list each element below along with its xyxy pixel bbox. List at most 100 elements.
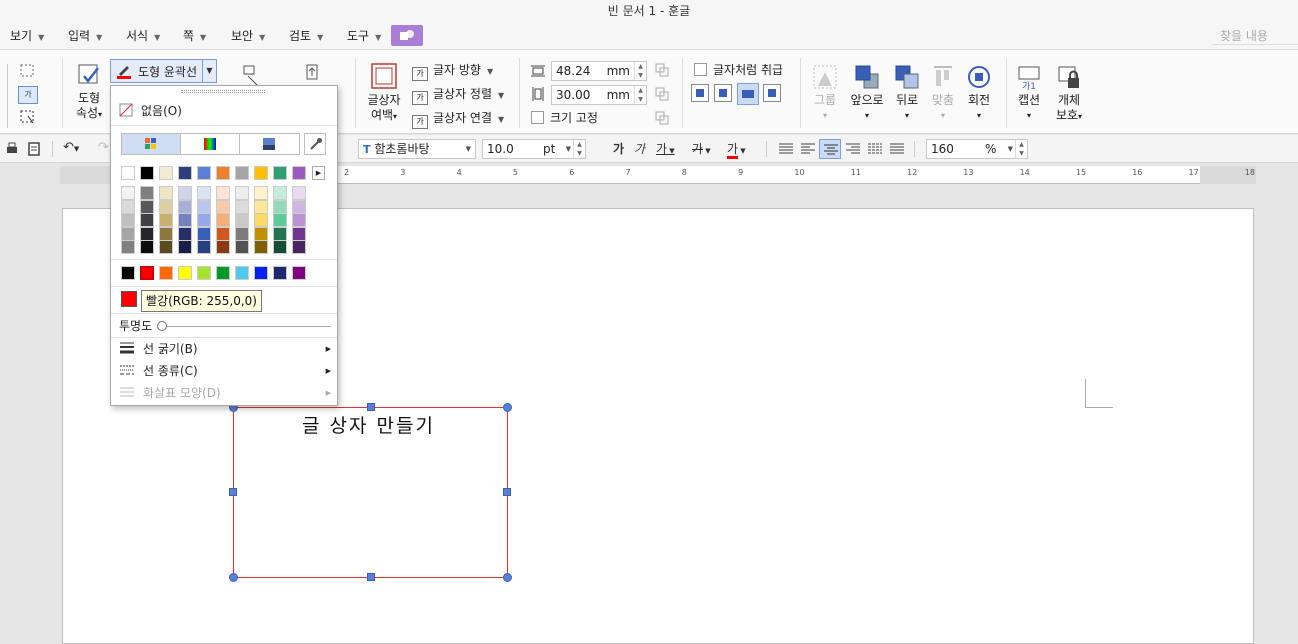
palette-swatch[interactable] xyxy=(273,226,287,241)
treat-as-char-checkbox[interactable]: 글자처럼 취급 xyxy=(694,60,783,80)
palette-swatch[interactable] xyxy=(216,166,230,180)
palette-swatch[interactable] xyxy=(121,166,135,180)
palette-swatch[interactable] xyxy=(292,199,306,214)
palette-swatch[interactable] xyxy=(216,226,230,241)
height-input[interactable]: 30.00 mm ▲ ▼ xyxy=(551,85,647,105)
palette-swatch[interactable] xyxy=(292,166,306,180)
object-protect-button[interactable]: 개체 보호▾ xyxy=(1050,64,1088,124)
resize-handle-left[interactable] xyxy=(229,488,237,496)
menu-tools[interactable]: 도구 ▼ xyxy=(347,26,381,46)
palette-swatch[interactable] xyxy=(140,226,154,241)
palette-swatch[interactable] xyxy=(178,226,192,241)
strikethrough-button[interactable]: 가 ▼ xyxy=(692,140,711,157)
arrow-shape-menu[interactable]: 화살표 모양(D) ▶ xyxy=(119,384,331,402)
textbox-text[interactable]: 글 상자 만들기 xyxy=(302,411,435,438)
palette-swatch[interactable] xyxy=(292,213,306,227)
italic-button[interactable]: 가 xyxy=(634,140,645,157)
menu-page[interactable]: 쪽 ▼ xyxy=(183,26,206,46)
preview-icon[interactable] xyxy=(26,141,42,157)
align-center-button[interactable] xyxy=(819,139,841,159)
tab-theme-colors[interactable] xyxy=(122,134,181,154)
palette-swatch[interactable] xyxy=(178,199,192,214)
align-left-icon[interactable] xyxy=(800,142,816,156)
standard-color-swatch[interactable] xyxy=(197,266,211,280)
font-color-button[interactable]: 가 ▼ xyxy=(727,140,746,159)
find-input[interactable]: 찾을 내용 xyxy=(1212,27,1298,45)
resize-handle-top-right[interactable] xyxy=(503,403,512,412)
standard-color-swatch[interactable] xyxy=(235,266,249,280)
palette-swatch[interactable] xyxy=(197,240,211,254)
shape-context-tab[interactable] xyxy=(391,25,423,46)
palette-swatch[interactable] xyxy=(235,213,249,227)
align-right-icon[interactable] xyxy=(845,142,861,156)
wrap-front-text-icon[interactable] xyxy=(763,84,781,102)
size-reset-icon[interactable] xyxy=(654,110,670,126)
palette-swatch[interactable] xyxy=(235,186,249,200)
zoom-input[interactable]: 160% ▼ ▲ ▼ xyxy=(926,139,1028,159)
select-object-icon[interactable] xyxy=(18,108,38,126)
palette-swatch[interactable] xyxy=(292,240,306,254)
ribbon-scroll-left[interactable] xyxy=(0,64,8,128)
eyedropper-button[interactable] xyxy=(304,133,326,155)
palette-swatch[interactable] xyxy=(197,226,211,241)
align-justify-icon[interactable] xyxy=(778,142,794,156)
palette-swatch[interactable] xyxy=(254,213,268,227)
resize-handle-bottom[interactable] xyxy=(367,573,375,581)
popup-drag-handle[interactable] xyxy=(181,90,265,93)
palette-swatch[interactable] xyxy=(178,186,192,200)
palette-swatch[interactable] xyxy=(273,199,287,214)
palette-swatch[interactable] xyxy=(254,240,268,254)
redo-icon[interactable]: ↷ xyxy=(98,140,109,155)
palette-swatch[interactable] xyxy=(140,240,154,254)
underline-button[interactable]: 가 ▼ xyxy=(656,140,675,157)
palette-swatch[interactable] xyxy=(273,240,287,254)
textbox-align-button[interactable]: 가 글상자 정렬 ▼ xyxy=(412,84,504,105)
palette-swatch[interactable] xyxy=(254,199,268,214)
menu-security[interactable]: 보안 ▼ xyxy=(231,26,265,46)
font-size-input[interactable]: 10.0 pt ▼ ▲ ▼ xyxy=(482,139,586,159)
palette-swatch[interactable] xyxy=(197,186,211,200)
palette-swatch[interactable] xyxy=(216,213,230,227)
shape-outline-button[interactable]: 도형 윤곽선 ▼ xyxy=(110,59,217,83)
resize-handle-top[interactable] xyxy=(367,403,375,411)
select-area-icon[interactable] xyxy=(18,62,38,80)
rotate-button[interactable]: 회전 ▾ xyxy=(962,64,996,123)
palette-swatch[interactable] xyxy=(178,240,192,254)
print-icon[interactable] xyxy=(4,141,20,157)
palette-swatch[interactable] xyxy=(121,240,135,254)
palette-swatch[interactable] xyxy=(216,186,230,200)
palette-swatch[interactable] xyxy=(292,186,306,200)
standard-color-swatch[interactable] xyxy=(216,266,230,280)
palette-swatch[interactable] xyxy=(197,199,211,214)
send-back-button[interactable]: 뒤로 ▾ xyxy=(890,64,924,123)
palette-swatch[interactable] xyxy=(140,166,154,180)
palette-swatch[interactable] xyxy=(159,226,173,241)
palette-swatch[interactable] xyxy=(140,213,154,227)
palette-swatch[interactable] xyxy=(159,186,173,200)
palette-swatch[interactable] xyxy=(121,213,135,227)
menu-review[interactable]: 검토 ▼ xyxy=(289,26,323,46)
text-direction-button[interactable]: 가 글자 방향 ▼ xyxy=(412,60,493,81)
width-input[interactable]: 48.24 mm ▲ ▼ xyxy=(551,61,647,81)
palette-swatch[interactable] xyxy=(235,240,249,254)
standard-color-swatch[interactable] xyxy=(178,266,192,280)
menu-format[interactable]: 서식 ▼ xyxy=(126,26,160,46)
standard-color-swatch[interactable] xyxy=(140,266,154,280)
palette-swatch[interactable] xyxy=(121,186,135,200)
recent-color-red[interactable] xyxy=(121,291,137,307)
palette-swatch[interactable] xyxy=(235,166,249,180)
font-name-select[interactable]: T 함초롬바탕 ▼ xyxy=(358,139,476,159)
opacity-slider-track[interactable] xyxy=(161,326,331,327)
fix-size-checkbox[interactable]: 크기 고정 xyxy=(531,108,598,128)
align-button[interactable]: 맞춤 ▾ xyxy=(927,64,959,123)
resize-handle-bottom-right[interactable] xyxy=(503,573,512,582)
palette-swatch[interactable] xyxy=(178,213,192,227)
resize-handle-right[interactable] xyxy=(503,488,511,496)
line-width-menu[interactable]: 선 굵기(B) ▶ xyxy=(119,340,331,358)
line-type-menu[interactable]: 선 종류(C) ▶ xyxy=(119,362,331,380)
palette-swatch[interactable] xyxy=(197,166,211,180)
standard-color-swatch[interactable] xyxy=(292,266,306,280)
textbox-link-button[interactable]: 가 글상자 연결 ▼ xyxy=(412,108,504,129)
palette-swatch[interactable] xyxy=(292,226,306,241)
bring-front-button[interactable]: 앞으로 ▾ xyxy=(848,64,886,123)
